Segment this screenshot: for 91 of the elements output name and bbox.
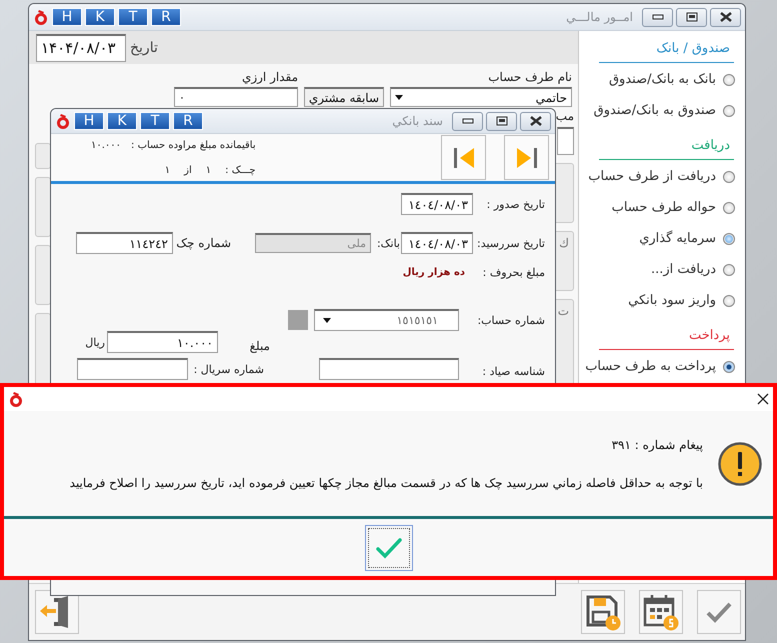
- message-text: با توجه به حداقل فاصله زماني سررسيد چک ها که در قسمت مبالغ مجاز چکها تعيين فرموده ايد، تاريخ سررسيد را اصلاح فرماييد: [70, 476, 703, 490]
- amount-field[interactable]: [557, 127, 574, 155]
- minimize-icon: [652, 14, 664, 20]
- maximize-icon: [496, 116, 508, 126]
- skip-last-icon: [514, 146, 538, 168]
- account-number-label: شماره حساب:: [476, 314, 545, 326]
- save-clock-icon: [584, 593, 622, 631]
- amount-label: مبلغ: [248, 338, 270, 353]
- amount-words-label: مبلغ بحروف :: [482, 266, 545, 279]
- amount-label: مب: [554, 109, 574, 123]
- serial-number-field[interactable]: [77, 358, 188, 380]
- logo-icon: [55, 113, 71, 129]
- confirm-button[interactable]: [697, 590, 741, 634]
- dropdown-arrow-icon: [395, 95, 403, 100]
- logo-icon: [33, 9, 49, 25]
- maximize-button[interactable]: [676, 8, 707, 26]
- remaining-label: باقیمانده مبلغ مراوده حساب :: [131, 140, 256, 150]
- dropdown-arrow-icon: [323, 318, 331, 323]
- close-icon: [718, 12, 732, 22]
- close-button[interactable]: [520, 112, 551, 130]
- bank-field: ملی: [255, 233, 371, 253]
- radio-option[interactable]: سرمایه گذاري: [579, 223, 745, 254]
- due-date-label: تاریخ سررسید:: [476, 236, 545, 250]
- party-dropdown[interactable]: حاتمي: [390, 87, 572, 107]
- check-number-field[interactable]: ١١٤٢٤٢: [76, 232, 173, 254]
- hotkey-button[interactable]: R: [151, 8, 181, 26]
- hotkey-button[interactable]: K: [107, 112, 137, 130]
- hotkey-button[interactable]: R: [173, 112, 203, 130]
- window-title: امــور مالـــي: [565, 10, 634, 24]
- sayad-id-label: شناسه صیاد :: [481, 364, 545, 378]
- close-icon: [528, 116, 542, 126]
- party-label: نام طرف حساب: [487, 70, 572, 84]
- skip-first-icon: [452, 146, 476, 168]
- logo-icon: [8, 391, 24, 407]
- ok-button[interactable]: [364, 524, 412, 570]
- maximize-icon: [686, 12, 698, 22]
- check-icon: [705, 601, 733, 623]
- save-button[interactable]: [581, 590, 625, 634]
- minimize-icon: [462, 118, 474, 124]
- hotkey-button[interactable]: H: [52, 8, 82, 26]
- hotkey-button[interactable]: T: [140, 112, 170, 130]
- section-title: پرداخت: [599, 322, 734, 350]
- radio-option[interactable]: واریز سود بانکي: [579, 285, 745, 316]
- issue-date-label: تاریخ صدور :: [486, 198, 545, 210]
- color-swatch: [288, 310, 308, 330]
- check-total: ١: [164, 164, 170, 176]
- minimize-button[interactable]: [452, 112, 483, 130]
- hotkey-button[interactable]: K: [85, 8, 115, 26]
- date-field[interactable]: ۱۴۰۴/۰۸/۰۳: [36, 34, 126, 62]
- amount-field[interactable]: ١٠.٠٠٠: [107, 331, 218, 353]
- hotkey-button[interactable]: H: [74, 112, 104, 130]
- remaining-amount: ١٠.٠٠٠: [91, 140, 122, 150]
- customer-history-button[interactable]: سابقه مشتري: [304, 87, 384, 107]
- date-label: تاریخ: [130, 40, 158, 56]
- check-number-label: شماره چک: [175, 236, 231, 250]
- group-title: ك: [559, 236, 569, 252]
- hotkey-button[interactable]: T: [118, 8, 148, 26]
- serial-number-label: شماره سریال :: [192, 362, 264, 376]
- currency-amount-field[interactable]: ۰: [174, 87, 298, 107]
- sayad-id-field[interactable]: [319, 358, 459, 380]
- check-index: ١: [206, 164, 212, 176]
- currency-amount-label: مقدار ارزي: [240, 70, 298, 84]
- due-date-field[interactable]: ١٤٠٤/٠٨/٠٣: [401, 232, 473, 254]
- warning-icon: [717, 440, 763, 486]
- radio-option[interactable]: دریافت از طرف حساب: [579, 161, 745, 192]
- minimize-button[interactable]: [642, 8, 673, 26]
- calendar-dollar-icon: [642, 593, 680, 631]
- issue-date-field[interactable]: ١٤٠٤/٠٨/٠٣: [401, 193, 473, 215]
- first-button[interactable]: [441, 135, 486, 180]
- radio-option[interactable]: بانک به بانک/صندوق: [579, 64, 745, 95]
- section-title: دریافت: [599, 132, 734, 160]
- radio-option[interactable]: حواله طرف حساب: [579, 192, 745, 223]
- section-title: صندوق / بانک: [599, 35, 734, 63]
- of-label: از: [184, 164, 192, 176]
- close-button[interactable]: [710, 8, 741, 26]
- exit-button[interactable]: [35, 590, 79, 634]
- check-icon: [374, 536, 402, 558]
- close-icon[interactable]: [757, 393, 769, 405]
- radio-option[interactable]: دریافت از...: [579, 254, 745, 285]
- radio-option[interactable]: صندوق به بانک/صندوق: [579, 95, 745, 126]
- maximize-button[interactable]: [486, 112, 517, 130]
- window-title: سند بانکي: [391, 114, 444, 128]
- bank-label: بانک:: [376, 236, 401, 250]
- radio-option[interactable]: پرداخت به طرف حساب: [579, 351, 745, 382]
- account-number-dropdown[interactable]: ١٥١٥١٥١: [314, 309, 459, 331]
- currency-label: ریال: [85, 336, 106, 348]
- amount-words: ده هزار ریال: [402, 267, 465, 278]
- message-number: پیغام شماره : ۳۹۱: [610, 438, 703, 452]
- schedule-button[interactable]: [639, 590, 683, 634]
- check-label: چـــک :: [225, 164, 256, 176]
- last-button[interactable]: [504, 135, 549, 180]
